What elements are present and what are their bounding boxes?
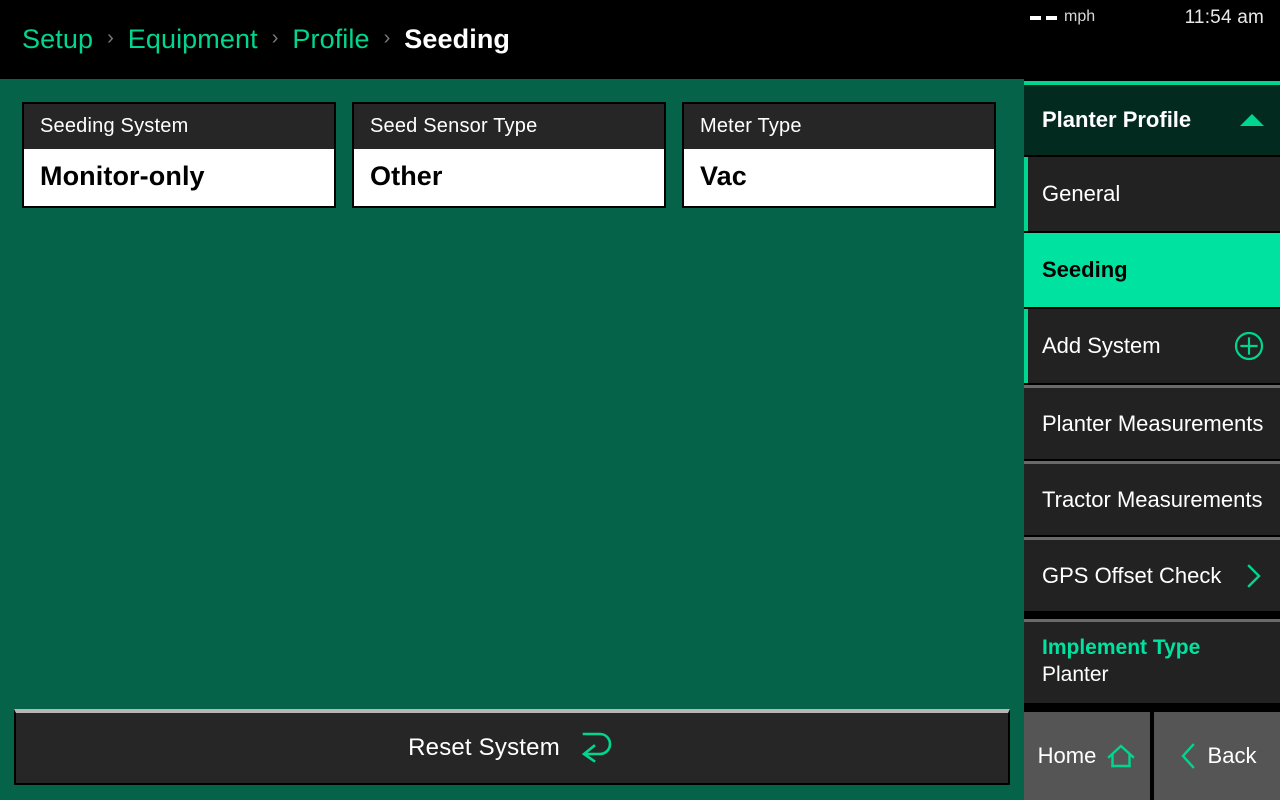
- card-seed-sensor-type[interactable]: Seed Sensor Type Other: [352, 102, 666, 208]
- card-value-meter-type[interactable]: Vac: [684, 149, 994, 206]
- breadcrumb-separator-icon: ›: [271, 27, 279, 49]
- plus-circle-icon[interactable]: [1234, 331, 1264, 361]
- sidebar-item-label: Seeding: [1042, 257, 1128, 283]
- back-button[interactable]: Back: [1154, 712, 1280, 800]
- card-value-seed-sensor-type[interactable]: Other: [354, 149, 664, 206]
- sidebar-item-general[interactable]: General: [1024, 157, 1280, 231]
- breadcrumb-item-profile[interactable]: Profile: [292, 24, 369, 55]
- home-button-label: Home: [1037, 743, 1097, 768]
- breadcrumb-item-setup[interactable]: Setup: [22, 24, 93, 55]
- sidebar-item-label: Tractor Measurements: [1042, 486, 1263, 512]
- implement-type-label: Implement Type: [1042, 636, 1201, 659]
- breadcrumb-separator-icon: ›: [107, 27, 114, 49]
- card-label-seed-sensor-type: Seed Sensor Type: [354, 104, 664, 149]
- sidebar-item-seeding[interactable]: Seeding: [1024, 233, 1280, 307]
- reset-system-button[interactable]: Reset System: [14, 709, 1010, 785]
- active-accent-bar: [1024, 157, 1028, 231]
- breadcrumb-item-seeding: Seeding: [404, 24, 511, 54]
- chevron-right-icon[interactable]: [1244, 563, 1264, 589]
- implement-type-value: Planter: [1042, 663, 1109, 687]
- sidebar: Planter Profile General Seeding Add Syst…: [1024, 79, 1280, 800]
- sidebar-item-label: General: [1042, 181, 1121, 207]
- card-meter-type[interactable]: Meter Type Vac: [682, 102, 996, 208]
- speed-indicator: mph: [1030, 8, 1095, 26]
- home-button[interactable]: Home: [1024, 712, 1150, 800]
- reset-system-label: Reset System: [408, 734, 560, 761]
- main-content: Seeding System Monitor-only Seed Sensor …: [0, 79, 1024, 800]
- card-value-seeding-system[interactable]: Monitor-only: [24, 149, 334, 206]
- sidebar-item-add-system[interactable]: Add System: [1024, 309, 1280, 383]
- caret-up-icon[interactable]: [1240, 114, 1264, 126]
- sidebar-item-label: GPS Offset Check: [1042, 562, 1222, 588]
- settings-card-row: Seeding System Monitor-only Seed Sensor …: [22, 102, 996, 208]
- sidebar-panel-title: Planter Profile: [1042, 107, 1192, 132]
- reset-arrow-icon: [576, 727, 616, 770]
- sidebar-item-gps-offset-check[interactable]: GPS Offset Check: [1024, 537, 1280, 611]
- chevron-left-icon: [1178, 742, 1198, 770]
- sidebar-panel-header-planter-profile[interactable]: Planter Profile: [1024, 81, 1280, 155]
- back-button-label: Back: [1207, 743, 1257, 768]
- speed-value-dashes: [1030, 16, 1057, 20]
- card-seeding-system[interactable]: Seeding System Monitor-only: [22, 102, 336, 208]
- card-label-seeding-system: Seeding System: [24, 104, 334, 149]
- sidebar-bottom-buttons: Home Back: [1024, 710, 1280, 800]
- home-icon: [1106, 743, 1136, 769]
- implement-type-info: Implement Type Planter: [1024, 619, 1280, 703]
- speed-unit-label: mph: [1064, 8, 1096, 25]
- top-bar: Setup › Equipment › Profile › Seeding mp…: [0, 0, 1280, 79]
- sidebar-item-tractor-measurements[interactable]: Tractor Measurements: [1024, 461, 1280, 535]
- sidebar-item-label: Add System: [1042, 333, 1161, 359]
- breadcrumb-item-equipment[interactable]: Equipment: [128, 24, 258, 55]
- sidebar-divider: [1024, 611, 1280, 617]
- card-label-meter-type: Meter Type: [684, 104, 994, 149]
- active-accent-bar: [1024, 309, 1028, 383]
- sidebar-item-planter-measurements[interactable]: Planter Measurements: [1024, 385, 1280, 459]
- clock-label: 11:54 am: [1184, 7, 1264, 28]
- app-screen: Setup › Equipment › Profile › Seeding mp…: [0, 0, 1280, 800]
- breadcrumb: Setup › Equipment › Profile › Seeding: [22, 0, 510, 79]
- sidebar-item-label: Planter Measurements: [1042, 410, 1264, 436]
- breadcrumb-separator-icon: ›: [383, 27, 391, 49]
